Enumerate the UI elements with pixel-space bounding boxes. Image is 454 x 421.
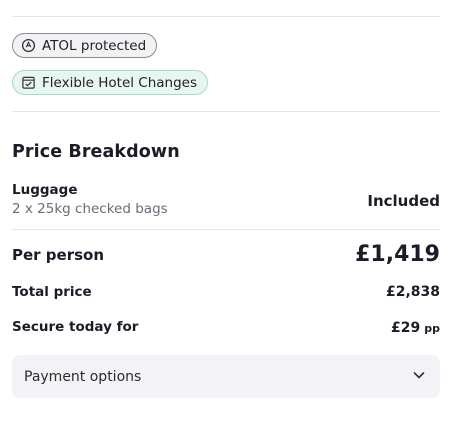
luggage-detail: 2 x 25kg checked bags: [12, 201, 168, 217]
luggage-divider: [12, 229, 440, 230]
calendar-check-icon: [21, 75, 36, 90]
luggage-row: Luggage 2 x 25kg checked bags Included: [12, 182, 440, 217]
luggage-value: Included: [367, 192, 440, 210]
flexible-hotel-badge-label: Flexible Hotel Changes: [42, 74, 198, 91]
luggage-info: Luggage 2 x 25kg checked bags: [12, 182, 168, 217]
atol-shield-icon: [21, 38, 36, 53]
top-divider: [12, 16, 440, 17]
total-price-row: Total price £2,838: [12, 284, 440, 300]
per-person-price: £1,419: [355, 242, 440, 267]
luggage-label: Luggage: [12, 182, 78, 198]
total-price-label: Total price: [12, 284, 92, 300]
secure-today-row: Secure today for £29 pp: [12, 317, 440, 337]
per-person-row: Per person £1,419: [12, 242, 440, 267]
payment-options-label: Payment options: [24, 368, 142, 385]
secure-today-amount: £29 pp: [391, 317, 440, 336]
payment-options-dropdown[interactable]: Payment options: [12, 355, 440, 398]
section-divider: [12, 111, 440, 112]
hotel-badge-row: Flexible Hotel Changes: [12, 70, 440, 95]
per-person-label: Per person: [12, 245, 105, 264]
atol-badge-row: ATOL protected: [12, 33, 440, 58]
price-summary-panel: ATOL protected Flexible Hotel Changes Pr…: [0, 16, 454, 421]
secure-today-unit: pp: [424, 322, 440, 335]
total-price-value: £2,838: [385, 284, 440, 300]
chevron-down-icon: [412, 367, 426, 386]
atol-badge-label: ATOL protected: [42, 37, 147, 54]
flexible-hotel-badge: Flexible Hotel Changes: [12, 70, 209, 95]
price-breakdown-title: Price Breakdown: [12, 142, 180, 162]
atol-badge: ATOL protected: [12, 33, 158, 58]
secure-today-value: £29: [391, 320, 421, 336]
secure-today-label: Secure today for: [12, 318, 139, 335]
